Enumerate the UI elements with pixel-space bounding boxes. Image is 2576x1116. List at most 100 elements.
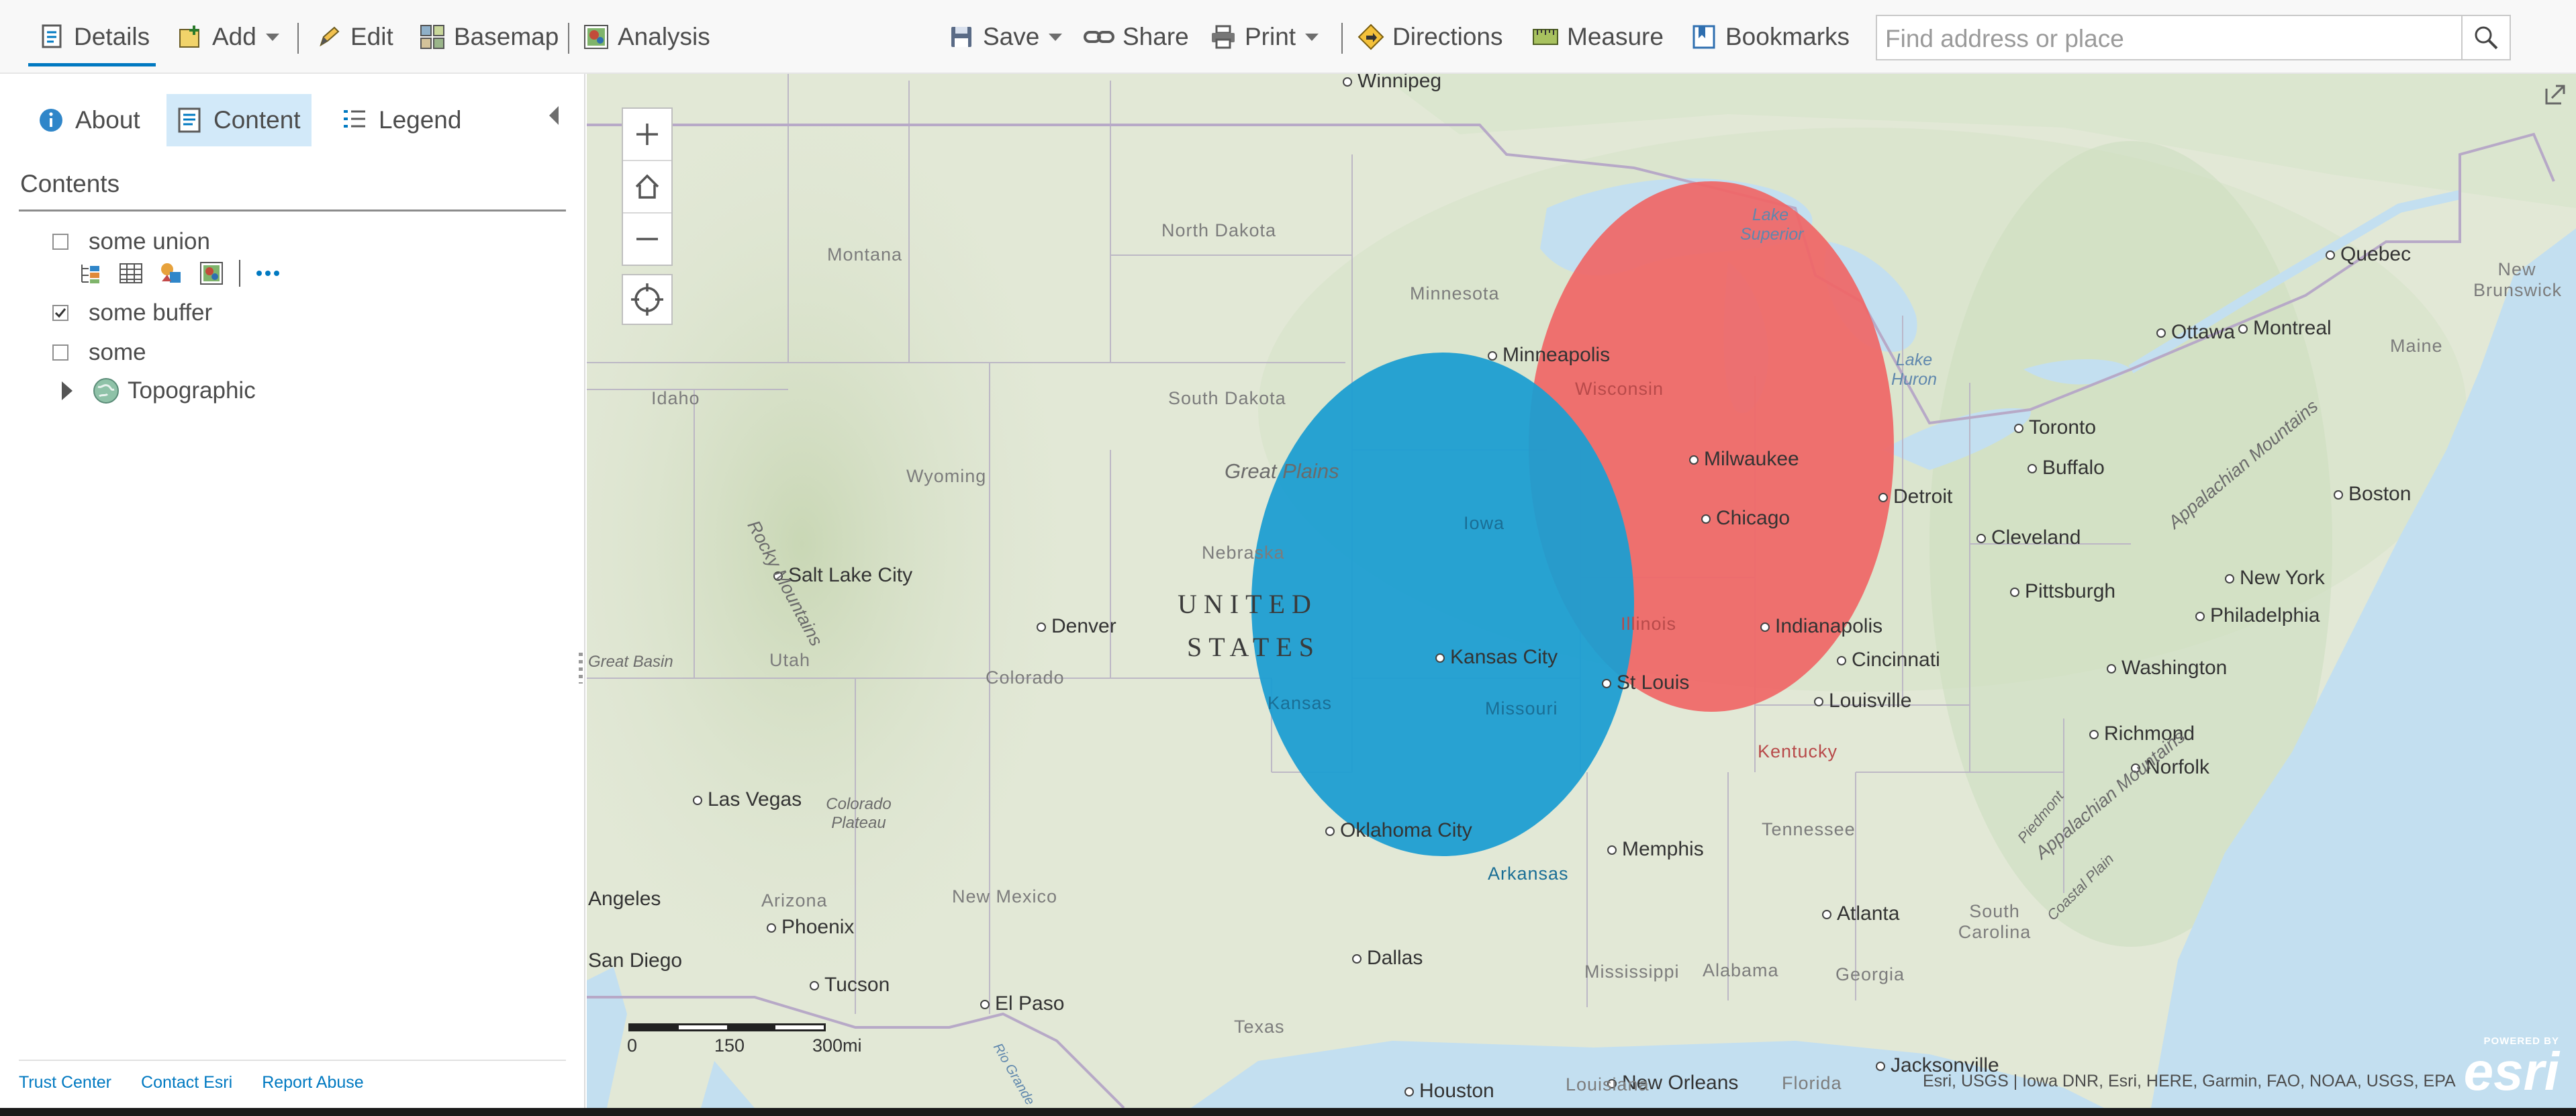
map-label-state: Arkansas bbox=[1488, 864, 1569, 884]
expand-caret-icon[interactable] bbox=[62, 381, 73, 400]
zoom-out-button[interactable] bbox=[623, 214, 671, 265]
map-label-state: Arizona bbox=[761, 890, 828, 911]
locate-button[interactable] bbox=[622, 274, 673, 325]
print-button[interactable]: Print bbox=[1210, 16, 1319, 58]
locate-crosshair-icon bbox=[631, 283, 663, 316]
search-input[interactable]: Find address or place bbox=[1885, 25, 2124, 53]
map-label-city: Houston bbox=[1404, 1080, 1494, 1102]
default-extent-button[interactable] bbox=[623, 161, 671, 214]
map-label-city: Memphis bbox=[1607, 838, 1704, 860]
share-button[interactable]: Share bbox=[1084, 16, 1189, 58]
tab-legend-label: Legend bbox=[379, 106, 462, 134]
save-floppy-icon bbox=[948, 24, 975, 50]
map-label-state: Idaho bbox=[651, 388, 700, 408]
layer-label: some bbox=[89, 339, 146, 365]
map-label-city: Tucson bbox=[809, 974, 890, 996]
layer-item-some-buffer[interactable]: some buffer bbox=[52, 299, 212, 326]
measure-label: Measure bbox=[1567, 23, 1664, 50]
tab-content[interactable]: Content bbox=[166, 94, 312, 146]
expand-map-icon[interactable] bbox=[2544, 83, 2567, 106]
details-button[interactable]: Details bbox=[39, 16, 150, 58]
trust-center-link[interactable]: Trust Center bbox=[19, 1073, 111, 1092]
layer-item-some[interactable]: some bbox=[52, 339, 146, 366]
chevron-down-icon bbox=[1305, 33, 1319, 41]
map-label-city: Philadelphia bbox=[2195, 604, 2320, 626]
contents-divider bbox=[19, 210, 566, 212]
map-label-city: Buffalo bbox=[2028, 457, 2105, 479]
map-view[interactable]: Winnipeg Minneapolis Milwaukee Chicago D… bbox=[587, 74, 2576, 1108]
map-label-state: New Brunswick bbox=[2473, 259, 2563, 300]
map-label-state: North Dakota bbox=[1161, 220, 1277, 240]
layer-item-some-union[interactable]: some union bbox=[52, 228, 210, 255]
edit-button[interactable]: Edit bbox=[316, 16, 393, 58]
basemap-globe-icon bbox=[93, 377, 120, 404]
scale-label-150: 150 bbox=[714, 1035, 745, 1056]
basemap-label: Basemap bbox=[454, 23, 559, 50]
map-label-city: Indianapolis bbox=[1760, 615, 1883, 637]
printer-icon bbox=[1210, 24, 1237, 50]
toolbar-divider bbox=[297, 23, 299, 54]
panel-resize-handle[interactable] bbox=[579, 653, 583, 684]
search-button[interactable] bbox=[2461, 16, 2510, 59]
esri-logo[interactable]: POWERED BY esri bbox=[2452, 1035, 2559, 1103]
map-label-state: Colorado bbox=[986, 667, 1065, 688]
search-box[interactable]: Find address or place bbox=[1876, 15, 2511, 60]
map-label-state: South Dakota bbox=[1168, 388, 1286, 408]
add-button[interactable]: Add bbox=[177, 16, 279, 58]
bookmarks-button[interactable]: Bookmarks bbox=[1690, 16, 1850, 58]
tab-legend[interactable]: Legend bbox=[332, 94, 471, 146]
top-toolbar: Details Add Edit Basemap Analysis Save S… bbox=[0, 0, 2576, 74]
add-data-icon bbox=[177, 24, 204, 50]
zoom-in-button[interactable] bbox=[623, 109, 671, 161]
measure-button[interactable]: Measure bbox=[1532, 16, 1664, 58]
map-label-city: Montreal bbox=[2238, 317, 2332, 339]
save-button[interactable]: Save bbox=[948, 16, 1063, 58]
tab-about[interactable]: About bbox=[28, 94, 150, 146]
map-label-city: Angeles bbox=[588, 888, 661, 910]
map-label-state: Minnesota bbox=[1410, 283, 1500, 304]
map-label-state: New Mexico bbox=[952, 886, 1058, 906]
directions-button[interactable]: Directions bbox=[1357, 16, 1503, 58]
map-label-state: South Carolina bbox=[1958, 901, 2032, 942]
layer-visibility-checkbox[interactable] bbox=[52, 305, 68, 321]
layer-item-topographic[interactable]: Topographic bbox=[56, 377, 256, 404]
report-abuse-link[interactable]: Report Abuse bbox=[262, 1073, 364, 1092]
map-label-city: San Diego bbox=[588, 949, 683, 972]
map-label-country: UNITED bbox=[1178, 589, 1318, 619]
map-label-state: Louisiana bbox=[1566, 1074, 1650, 1095]
map-label-state: Mississippi bbox=[1584, 962, 1680, 982]
info-icon bbox=[38, 107, 64, 134]
layer-visibility-checkbox[interactable] bbox=[52, 344, 68, 361]
change-symbols-icon[interactable] bbox=[158, 261, 184, 286]
collapse-panel-icon[interactable] bbox=[549, 106, 559, 125]
layer-tools bbox=[78, 259, 281, 288]
map-label-state: Florida bbox=[1782, 1073, 1842, 1093]
tab-about-label: About bbox=[75, 106, 140, 134]
analysis-button[interactable]: Analysis bbox=[583, 16, 710, 58]
print-label: Print bbox=[1245, 23, 1296, 50]
contents-panel: About Content Legend Contents some union bbox=[0, 74, 585, 1116]
map-label-city: Cincinnati bbox=[1837, 649, 1940, 671]
map-label-city: Winnipeg bbox=[1342, 74, 1441, 93]
add-label: Add bbox=[212, 23, 256, 50]
more-options-icon[interactable] bbox=[255, 261, 281, 286]
attribute-table-icon[interactable] bbox=[118, 261, 144, 286]
toolbar-divider bbox=[1341, 23, 1343, 54]
zoom-controls bbox=[622, 107, 673, 266]
map-label-state: Kansas bbox=[1268, 693, 1333, 713]
directions-sign-icon bbox=[1357, 24, 1384, 50]
search-icon bbox=[2475, 26, 2498, 50]
map-label-city: Atlanta bbox=[1821, 902, 1900, 925]
map-label-state: Utah bbox=[769, 650, 811, 670]
save-label: Save bbox=[983, 23, 1040, 50]
layer-visibility-checkbox[interactable] bbox=[52, 234, 68, 250]
change-style-icon[interactable] bbox=[78, 261, 103, 286]
map-label-state: Kentucky bbox=[1758, 741, 1838, 761]
perform-analysis-icon[interactable] bbox=[199, 261, 224, 286]
basemap-button[interactable]: Basemap bbox=[419, 16, 559, 58]
contact-esri-link[interactable]: Contact Esri bbox=[141, 1073, 232, 1092]
scale-bar-graphic bbox=[628, 1023, 826, 1031]
map-label-city: New York bbox=[2225, 567, 2325, 589]
map-label-city: Boston bbox=[2333, 483, 2412, 505]
map-label-feature: Great Basin bbox=[588, 653, 673, 671]
